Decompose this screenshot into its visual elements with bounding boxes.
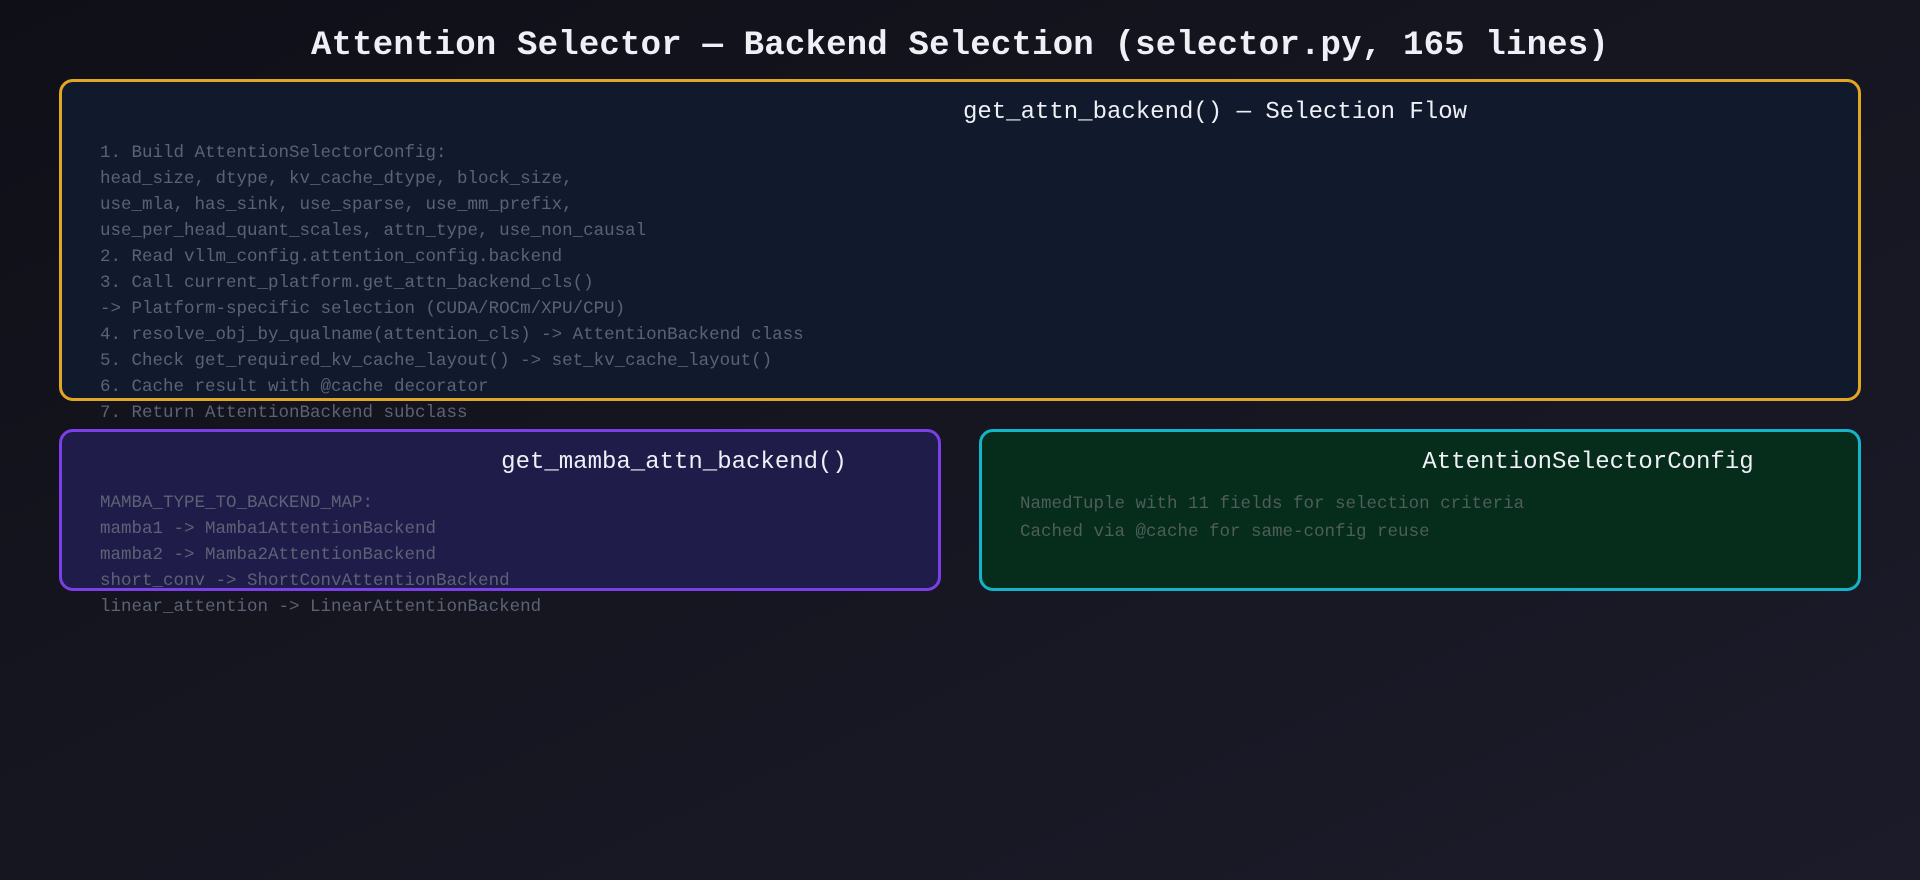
- config-line: NamedTuple with 11 fields for selection …: [1020, 494, 1525, 514]
- flow-line: -> Platform-specific selection (CUDA/ROC…: [100, 299, 626, 319]
- config-line: Cached via @cache for same-config reuse: [1020, 522, 1430, 542]
- mamba-line: mamba2 -> Mamba2AttentionBackend: [100, 545, 437, 565]
- mamba-line: short_conv -> ShortConvAttentionBackend: [100, 571, 510, 591]
- flow-line: 5. Check get_required_kv_cache_layout() …: [100, 351, 773, 371]
- selection-flow-title: get_attn_backend() — Selection Flow: [962, 99, 1468, 126]
- flow-line: head_size, dtype, kv_cache_dtype, block_…: [100, 169, 573, 189]
- selector-config-title: AttentionSelectorConfig: [1422, 449, 1754, 476]
- mamba-line: linear_attention -> LinearAttentionBacke…: [100, 597, 542, 617]
- flow-line: 6. Cache result with @cache decorator: [100, 377, 489, 397]
- flow-line: use_per_head_quant_scales, attn_type, us…: [100, 221, 647, 241]
- flow-line: 7. Return AttentionBackend subclass: [100, 403, 468, 423]
- selection-flow-steps: 1. Build AttentionSelectorConfig: head_s…: [100, 140, 804, 426]
- selector-config-box: AttentionSelectorConfig NamedTuple with …: [979, 429, 1861, 591]
- mamba-backend-box: get_mamba_attn_backend() MAMBA_TYPE_TO_B…: [59, 429, 941, 617]
- selection-flow-box: get_attn_backend() — Selection Flow 1. B…: [59, 79, 1861, 423]
- mamba-line: MAMBA_TYPE_TO_BACKEND_MAP:: [100, 493, 374, 513]
- flow-line: 2. Read vllm_config.attention_config.bac…: [100, 247, 563, 267]
- mamba-backend-map: MAMBA_TYPE_TO_BACKEND_MAP: mamba1 -> Mam…: [100, 490, 541, 620]
- flow-line: 3. Call current_platform.get_attn_backen…: [100, 273, 594, 293]
- mamba-line: mamba1 -> Mamba1AttentionBackend: [100, 519, 437, 539]
- flow-line: 4. resolve_obj_by_qualname(attention_cls…: [100, 325, 804, 345]
- selector-config-notes: NamedTuple with 11 fields for selection …: [1020, 490, 1524, 546]
- flow-line: use_mla, has_sink, use_sparse, use_mm_pr…: [100, 195, 573, 215]
- page-title: Attention Selector — Backend Selection (…: [310, 27, 1609, 65]
- flow-line: 1. Build AttentionSelectorConfig:: [100, 143, 447, 163]
- mamba-backend-title: get_mamba_attn_backend(): [501, 449, 847, 476]
